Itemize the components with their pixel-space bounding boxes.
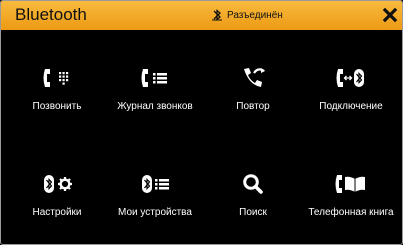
dial-button[interactable]: Позвонить: [7, 58, 107, 138]
call-log-icon: [141, 69, 167, 87]
my-devices-button[interactable]: Мои устройства: [105, 164, 205, 244]
settings-button[interactable]: Настройки: [7, 164, 107, 244]
bluetooth-window: Bluetooth Разъединён Позвонить Журнал зв…: [0, 0, 403, 245]
redial-icon: [244, 68, 265, 87]
connect-icon: [336, 69, 364, 87]
dial-icon: [43, 69, 69, 87]
bluetooth-settings-icon: [44, 175, 72, 193]
title-bar: Bluetooth Разъединён: [1, 1, 402, 30]
redial-button[interactable]: Повтор: [203, 58, 303, 138]
tile-label: Телефонная книга: [308, 207, 394, 218]
window-title: Bluetooth: [15, 5, 87, 24]
call-log-button[interactable]: Журнал звонков: [105, 58, 205, 138]
phonebook-icon: [335, 175, 365, 193]
my-devices-icon: [142, 175, 169, 193]
connection-status: Разъединён: [211, 9, 283, 21]
phonebook-button[interactable]: Телефонная книга: [301, 164, 401, 244]
tile-label: Подключение: [319, 101, 383, 112]
close-icon[interactable]: [382, 7, 398, 23]
bluetooth-disconnected-icon: [212, 9, 222, 21]
search-icon: [243, 174, 263, 194]
status-text: Разъединён: [227, 9, 283, 21]
search-button[interactable]: Поиск: [203, 164, 303, 244]
connect-button[interactable]: Подключение: [301, 58, 401, 138]
